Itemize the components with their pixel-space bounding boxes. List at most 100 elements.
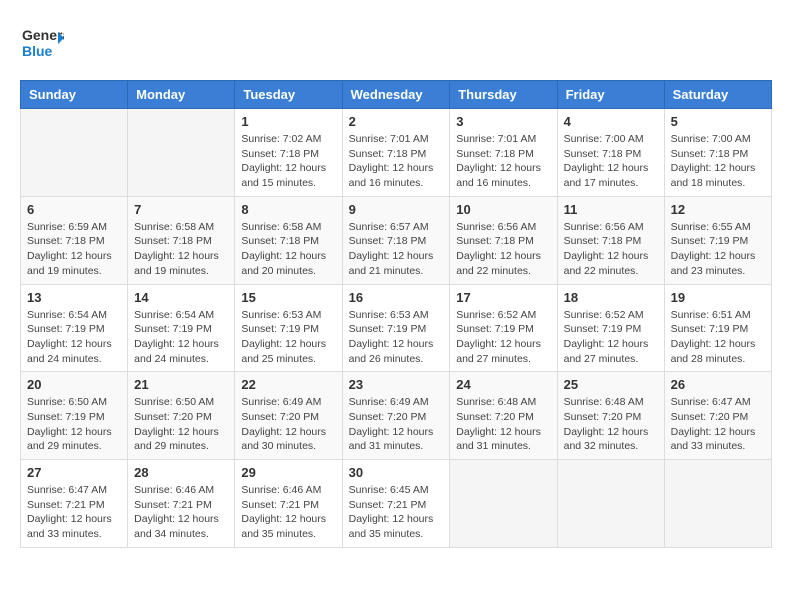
calendar-cell	[664, 460, 771, 548]
day-info: Sunrise: 6:47 AM Sunset: 7:20 PM Dayligh…	[671, 395, 765, 454]
calendar-header-thursday: Thursday	[450, 81, 557, 109]
calendar-header-saturday: Saturday	[664, 81, 771, 109]
day-info: Sunrise: 6:48 AM Sunset: 7:20 PM Dayligh…	[456, 395, 550, 454]
day-number: 5	[671, 114, 765, 129]
calendar-cell: 6 Sunrise: 6:59 AM Sunset: 7:18 PM Daylig…	[21, 196, 128, 284]
calendar-cell: 16Sunrise: 6:53 AM Sunset: 7:19 PM Dayli…	[342, 284, 450, 372]
day-number: 9	[349, 202, 444, 217]
logo: General Blue	[20, 20, 64, 64]
day-number: 6	[27, 202, 121, 217]
day-info: Sunrise: 6:57 AM Sunset: 7:18 PM Dayligh…	[349, 220, 444, 279]
calendar-header-wednesday: Wednesday	[342, 81, 450, 109]
day-info: Sunrise: 6:58 AM Sunset: 7:18 PM Dayligh…	[134, 220, 228, 279]
day-info: Sunrise: 6:55 AM Sunset: 7:19 PM Dayligh…	[671, 220, 765, 279]
calendar-week-row: 27 Sunrise: 6:47 AM Sunset: 7:21 PM Dayli…	[21, 460, 772, 548]
calendar-cell: 2Sunrise: 7:01 AM Sunset: 7:18 PM Daylig…	[342, 109, 450, 197]
day-number: 17	[456, 290, 550, 305]
day-number: 12	[671, 202, 765, 217]
calendar-table: SundayMondayTuesdayWednesdayThursdayFrid…	[20, 80, 772, 548]
calendar-header-row: SundayMondayTuesdayWednesdayThursdayFrid…	[21, 81, 772, 109]
day-info: Sunrise: 7:00 AM Sunset: 7:18 PM Dayligh…	[671, 132, 765, 191]
logo-svg: General Blue	[20, 20, 64, 64]
calendar-cell: 23 Sunrise: 6:49 AM Sunset: 7:20 PM Dayli…	[342, 372, 450, 460]
day-number: 26	[671, 377, 765, 392]
calendar-cell: 28 Sunrise: 6:46 AM Sunset: 7:21 PM Dayli…	[128, 460, 235, 548]
calendar-cell: 17 Sunrise: 6:52 AM Sunset: 7:19 PM Dayli…	[450, 284, 557, 372]
calendar-cell: 10Sunrise: 6:56 AM Sunset: 7:18 PM Dayli…	[450, 196, 557, 284]
day-info: Sunrise: 6:47 AM Sunset: 7:21 PM Dayligh…	[27, 483, 121, 542]
calendar-cell: 5 Sunrise: 7:00 AM Sunset: 7:18 PM Daylig…	[664, 109, 771, 197]
calendar-week-row: 20Sunrise: 6:50 AM Sunset: 7:19 PM Dayli…	[21, 372, 772, 460]
calendar-header-sunday: Sunday	[21, 81, 128, 109]
day-number: 7	[134, 202, 228, 217]
calendar-cell: 29 Sunrise: 6:46 AM Sunset: 7:21 PM Dayli…	[235, 460, 342, 548]
day-number: 1	[241, 114, 335, 129]
calendar-cell: 18 Sunrise: 6:52 AM Sunset: 7:19 PM Dayli…	[557, 284, 664, 372]
calendar-cell: 30Sunrise: 6:45 AM Sunset: 7:21 PM Dayli…	[342, 460, 450, 548]
day-info: Sunrise: 6:50 AM Sunset: 7:20 PM Dayligh…	[134, 395, 228, 454]
calendar-cell: 15Sunrise: 6:53 AM Sunset: 7:19 PM Dayli…	[235, 284, 342, 372]
day-info: Sunrise: 6:50 AM Sunset: 7:19 PM Dayligh…	[27, 395, 121, 454]
calendar-cell: 14 Sunrise: 6:54 AM Sunset: 7:19 PM Dayli…	[128, 284, 235, 372]
calendar-cell: 12 Sunrise: 6:55 AM Sunset: 7:19 PM Dayli…	[664, 196, 771, 284]
calendar-header-monday: Monday	[128, 81, 235, 109]
day-number: 29	[241, 465, 335, 480]
day-info: Sunrise: 6:59 AM Sunset: 7:18 PM Dayligh…	[27, 220, 121, 279]
day-info: Sunrise: 7:00 AM Sunset: 7:18 PM Dayligh…	[564, 132, 658, 191]
day-number: 16	[349, 290, 444, 305]
day-number: 23	[349, 377, 444, 392]
calendar-header-friday: Friday	[557, 81, 664, 109]
day-number: 22	[241, 377, 335, 392]
calendar-cell: 24Sunrise: 6:48 AM Sunset: 7:20 PM Dayli…	[450, 372, 557, 460]
day-number: 18	[564, 290, 658, 305]
day-number: 27	[27, 465, 121, 480]
day-info: Sunrise: 6:52 AM Sunset: 7:19 PM Dayligh…	[564, 308, 658, 367]
calendar-cell: 9 Sunrise: 6:57 AM Sunset: 7:18 PM Daylig…	[342, 196, 450, 284]
day-number: 14	[134, 290, 228, 305]
calendar-cell: 22 Sunrise: 6:49 AM Sunset: 7:20 PM Dayli…	[235, 372, 342, 460]
calendar-week-row: 1 Sunrise: 7:02 AM Sunset: 7:18 PM Daylig…	[21, 109, 772, 197]
day-number: 3	[456, 114, 550, 129]
calendar-cell	[21, 109, 128, 197]
day-number: 13	[27, 290, 121, 305]
calendar-cell: 21 Sunrise: 6:50 AM Sunset: 7:20 PM Dayli…	[128, 372, 235, 460]
day-number: 15	[241, 290, 335, 305]
day-info: Sunrise: 6:52 AM Sunset: 7:19 PM Dayligh…	[456, 308, 550, 367]
calendar-cell	[450, 460, 557, 548]
day-number: 30	[349, 465, 444, 480]
day-number: 21	[134, 377, 228, 392]
day-number: 4	[564, 114, 658, 129]
calendar-cell: 26 Sunrise: 6:47 AM Sunset: 7:20 PM Dayli…	[664, 372, 771, 460]
day-info: Sunrise: 7:01 AM Sunset: 7:18 PM Dayligh…	[456, 132, 550, 191]
calendar-header-tuesday: Tuesday	[235, 81, 342, 109]
calendar-cell: 20Sunrise: 6:50 AM Sunset: 7:19 PM Dayli…	[21, 372, 128, 460]
calendar-cell: 19Sunrise: 6:51 AM Sunset: 7:19 PM Dayli…	[664, 284, 771, 372]
calendar-cell: 3 Sunrise: 7:01 AM Sunset: 7:18 PM Daylig…	[450, 109, 557, 197]
calendar-cell: 1 Sunrise: 7:02 AM Sunset: 7:18 PM Daylig…	[235, 109, 342, 197]
calendar-cell: 13 Sunrise: 6:54 AM Sunset: 7:19 PM Dayli…	[21, 284, 128, 372]
calendar-cell: 7 Sunrise: 6:58 AM Sunset: 7:18 PM Daylig…	[128, 196, 235, 284]
day-info: Sunrise: 6:48 AM Sunset: 7:20 PM Dayligh…	[564, 395, 658, 454]
svg-text:Blue: Blue	[22, 43, 53, 59]
day-info: Sunrise: 6:54 AM Sunset: 7:19 PM Dayligh…	[27, 308, 121, 367]
calendar-cell: 25 Sunrise: 6:48 AM Sunset: 7:20 PM Dayli…	[557, 372, 664, 460]
day-info: Sunrise: 6:54 AM Sunset: 7:19 PM Dayligh…	[134, 308, 228, 367]
calendar-cell: 4 Sunrise: 7:00 AM Sunset: 7:18 PM Daylig…	[557, 109, 664, 197]
calendar-week-row: 6 Sunrise: 6:59 AM Sunset: 7:18 PM Daylig…	[21, 196, 772, 284]
calendar-cell: 11Sunrise: 6:56 AM Sunset: 7:18 PM Dayli…	[557, 196, 664, 284]
svg-text:General: General	[22, 27, 64, 43]
day-info: Sunrise: 6:56 AM Sunset: 7:18 PM Dayligh…	[456, 220, 550, 279]
day-info: Sunrise: 6:49 AM Sunset: 7:20 PM Dayligh…	[241, 395, 335, 454]
day-info: Sunrise: 7:02 AM Sunset: 7:18 PM Dayligh…	[241, 132, 335, 191]
day-info: Sunrise: 6:58 AM Sunset: 7:18 PM Dayligh…	[241, 220, 335, 279]
day-number: 25	[564, 377, 658, 392]
calendar-cell	[128, 109, 235, 197]
day-info: Sunrise: 7:01 AM Sunset: 7:18 PM Dayligh…	[349, 132, 444, 191]
day-info: Sunrise: 6:46 AM Sunset: 7:21 PM Dayligh…	[134, 483, 228, 542]
day-number: 28	[134, 465, 228, 480]
page-header: General Blue	[20, 20, 772, 64]
day-info: Sunrise: 6:51 AM Sunset: 7:19 PM Dayligh…	[671, 308, 765, 367]
day-info: Sunrise: 6:46 AM Sunset: 7:21 PM Dayligh…	[241, 483, 335, 542]
day-info: Sunrise: 6:49 AM Sunset: 7:20 PM Dayligh…	[349, 395, 444, 454]
calendar-cell: 8Sunrise: 6:58 AM Sunset: 7:18 PM Daylig…	[235, 196, 342, 284]
